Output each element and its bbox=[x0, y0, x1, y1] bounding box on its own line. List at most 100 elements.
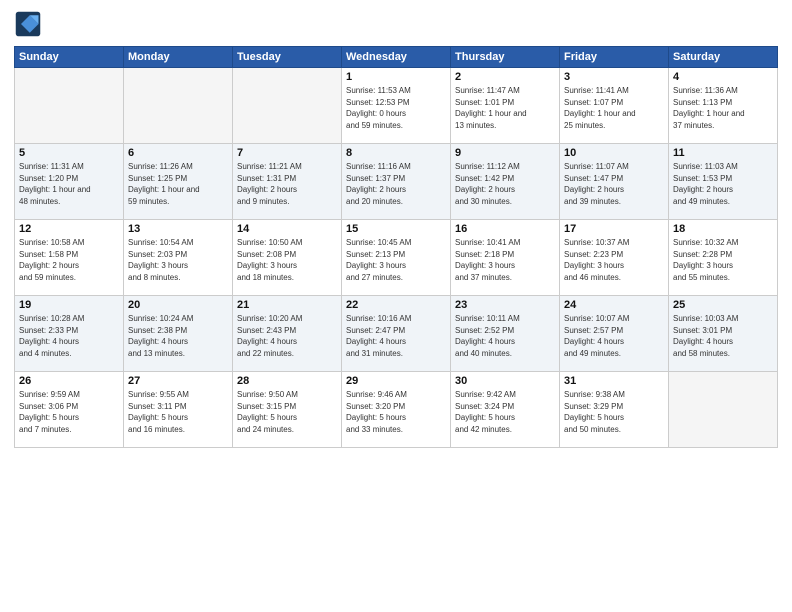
calendar-cell bbox=[233, 68, 342, 144]
day-info: Sunrise: 11:16 AM Sunset: 1:37 PM Daylig… bbox=[346, 161, 446, 207]
calendar-cell: 4 Sunrise: 11:36 AM Sunset: 1:13 PM Dayli… bbox=[669, 68, 778, 144]
day-number: 22 bbox=[346, 299, 446, 311]
calendar-cell: 10 Sunrise: 11:07 AM Sunset: 1:47 PM Dayl… bbox=[560, 144, 669, 220]
day-number: 23 bbox=[455, 299, 555, 311]
day-info: Sunrise: 10:20 AM Sunset: 2:43 PM Daylig… bbox=[237, 313, 337, 359]
week-row: 5 Sunrise: 11:31 AM Sunset: 1:20 PM Dayli… bbox=[15, 144, 778, 220]
week-row: 19Sunrise: 10:28 AM Sunset: 2:33 PM Dayl… bbox=[15, 296, 778, 372]
day-info: Sunrise: 10:54 AM Sunset: 2:03 PM Daylig… bbox=[128, 237, 228, 283]
calendar-cell: 7 Sunrise: 11:21 AM Sunset: 1:31 PM Dayli… bbox=[233, 144, 342, 220]
header-cell-wednesday: Wednesday bbox=[342, 47, 451, 68]
day-info: Sunrise: 11:03 AM Sunset: 1:53 PM Daylig… bbox=[673, 161, 773, 207]
logo-icon bbox=[14, 10, 42, 38]
calendar-page: SundayMondayTuesdayWednesdayThursdayFrid… bbox=[0, 0, 792, 612]
day-info: Sunrise: 10:07 AM Sunset: 2:57 PM Daylig… bbox=[564, 313, 664, 359]
calendar-cell bbox=[669, 372, 778, 448]
day-info: Sunrise: 10:16 AM Sunset: 2:47 PM Daylig… bbox=[346, 313, 446, 359]
day-number: 7 bbox=[237, 147, 337, 159]
day-number: 31 bbox=[564, 375, 664, 387]
day-number: 25 bbox=[673, 299, 773, 311]
calendar-cell: 22 Sunrise: 10:16 AM Sunset: 2:47 PM Dayl… bbox=[342, 296, 451, 372]
day-info: Sunrise: 11:26 AM Sunset: 1:25 PM Daylig… bbox=[128, 161, 228, 207]
day-number: 24 bbox=[564, 299, 664, 311]
day-info: Sunrise: 11:53 AM Sunset: 12:53 PM Dayli… bbox=[346, 85, 446, 131]
day-info: Sunrise: 9:42 AM Sunset: 3:24 PM Dayligh… bbox=[455, 389, 555, 435]
header-cell-sunday: Sunday bbox=[15, 47, 124, 68]
calendar-cell: 9 Sunrise: 11:12 AM Sunset: 1:42 PM Dayli… bbox=[451, 144, 560, 220]
day-number: 9 bbox=[455, 147, 555, 159]
day-info: Sunrise: 11:12 AM Sunset: 1:42 PM Daylig… bbox=[455, 161, 555, 207]
day-number: 30 bbox=[455, 375, 555, 387]
calendar-cell: 23 Sunrise: 10:11 AM Sunset: 2:52 PM Dayl… bbox=[451, 296, 560, 372]
week-row: 12Sunrise: 10:58 AM Sunset: 1:58 PM Dayl… bbox=[15, 220, 778, 296]
calendar-cell: 6 Sunrise: 11:26 AM Sunset: 1:25 PM Dayli… bbox=[124, 144, 233, 220]
calendar-cell: 3 Sunrise: 11:41 AM Sunset: 1:07 PM Dayli… bbox=[560, 68, 669, 144]
day-number: 28 bbox=[237, 375, 337, 387]
day-number: 13 bbox=[128, 223, 228, 235]
calendar-cell: 31 Sunrise: 9:38 AM Sunset: 3:29 PM Dayli… bbox=[560, 372, 669, 448]
day-number: 18 bbox=[673, 223, 773, 235]
day-info: Sunrise: 9:38 AM Sunset: 3:29 PM Dayligh… bbox=[564, 389, 664, 435]
day-info: Sunrise: 11:36 AM Sunset: 1:13 PM Daylig… bbox=[673, 85, 773, 131]
logo bbox=[14, 10, 46, 38]
day-info: Sunrise: 10:41 AM Sunset: 2:18 PM Daylig… bbox=[455, 237, 555, 283]
day-info: Sunrise: 9:50 AM Sunset: 3:15 PM Dayligh… bbox=[237, 389, 337, 435]
day-number: 19 bbox=[19, 299, 119, 311]
calendar-cell bbox=[15, 68, 124, 144]
calendar-cell: 12Sunrise: 10:58 AM Sunset: 1:58 PM Dayl… bbox=[15, 220, 124, 296]
calendar-cell: 2 Sunrise: 11:47 AM Sunset: 1:01 PM Dayli… bbox=[451, 68, 560, 144]
calendar-cell: 18 Sunrise: 10:32 AM Sunset: 2:28 PM Dayl… bbox=[669, 220, 778, 296]
calendar-cell: 28 Sunrise: 9:50 AM Sunset: 3:15 PM Dayli… bbox=[233, 372, 342, 448]
calendar-cell: 27Sunrise: 9:55 AM Sunset: 3:11 PM Dayli… bbox=[124, 372, 233, 448]
header-cell-saturday: Saturday bbox=[669, 47, 778, 68]
day-info: Sunrise: 9:55 AM Sunset: 3:11 PM Dayligh… bbox=[128, 389, 228, 435]
day-number: 10 bbox=[564, 147, 664, 159]
day-number: 3 bbox=[564, 71, 664, 83]
day-number: 5 bbox=[19, 147, 119, 159]
calendar-cell: 1 Sunrise: 11:53 AM Sunset: 12:53 PM Dayl… bbox=[342, 68, 451, 144]
calendar-cell: 19Sunrise: 10:28 AM Sunset: 2:33 PM Dayl… bbox=[15, 296, 124, 372]
day-info: Sunrise: 10:11 AM Sunset: 2:52 PM Daylig… bbox=[455, 313, 555, 359]
calendar-cell: 11Sunrise: 11:03 AM Sunset: 1:53 PM Dayl… bbox=[669, 144, 778, 220]
day-info: Sunrise: 10:24 AM Sunset: 2:38 PM Daylig… bbox=[128, 313, 228, 359]
day-info: Sunrise: 10:03 AM Sunset: 3:01 PM Daylig… bbox=[673, 313, 773, 359]
day-number: 8 bbox=[346, 147, 446, 159]
calendar-cell: 24 Sunrise: 10:07 AM Sunset: 2:57 PM Dayl… bbox=[560, 296, 669, 372]
calendar-cell: 14 Sunrise: 10:50 AM Sunset: 2:08 PM Dayl… bbox=[233, 220, 342, 296]
day-number: 1 bbox=[346, 71, 446, 83]
day-info: Sunrise: 11:31 AM Sunset: 1:20 PM Daylig… bbox=[19, 161, 119, 207]
calendar-cell bbox=[124, 68, 233, 144]
calendar-cell: 25 Sunrise: 10:03 AM Sunset: 3:01 PM Dayl… bbox=[669, 296, 778, 372]
day-number: 15 bbox=[346, 223, 446, 235]
day-info: Sunrise: 11:41 AM Sunset: 1:07 PM Daylig… bbox=[564, 85, 664, 131]
day-info: Sunrise: 9:59 AM Sunset: 3:06 PM Dayligh… bbox=[19, 389, 119, 435]
day-number: 21 bbox=[237, 299, 337, 311]
day-number: 12 bbox=[19, 223, 119, 235]
day-info: Sunrise: 10:50 AM Sunset: 2:08 PM Daylig… bbox=[237, 237, 337, 283]
day-number: 17 bbox=[564, 223, 664, 235]
day-number: 20 bbox=[128, 299, 228, 311]
day-number: 26 bbox=[19, 375, 119, 387]
day-number: 29 bbox=[346, 375, 446, 387]
day-info: Sunrise: 10:32 AM Sunset: 2:28 PM Daylig… bbox=[673, 237, 773, 283]
calendar-cell: 21 Sunrise: 10:20 AM Sunset: 2:43 PM Dayl… bbox=[233, 296, 342, 372]
day-info: Sunrise: 11:47 AM Sunset: 1:01 PM Daylig… bbox=[455, 85, 555, 131]
calendar-cell: 8 Sunrise: 11:16 AM Sunset: 1:37 PM Dayli… bbox=[342, 144, 451, 220]
calendar-cell: 30 Sunrise: 9:42 AM Sunset: 3:24 PM Dayli… bbox=[451, 372, 560, 448]
header-cell-friday: Friday bbox=[560, 47, 669, 68]
header-cell-monday: Monday bbox=[124, 47, 233, 68]
header-cell-thursday: Thursday bbox=[451, 47, 560, 68]
day-info: Sunrise: 11:07 AM Sunset: 1:47 PM Daylig… bbox=[564, 161, 664, 207]
day-number: 4 bbox=[673, 71, 773, 83]
day-number: 14 bbox=[237, 223, 337, 235]
calendar-cell: 20 Sunrise: 10:24 AM Sunset: 2:38 PM Dayl… bbox=[124, 296, 233, 372]
week-row: 1 Sunrise: 11:53 AM Sunset: 12:53 PM Dayl… bbox=[15, 68, 778, 144]
day-number: 16 bbox=[455, 223, 555, 235]
day-number: 6 bbox=[128, 147, 228, 159]
day-number: 2 bbox=[455, 71, 555, 83]
header-cell-tuesday: Tuesday bbox=[233, 47, 342, 68]
day-info: Sunrise: 11:21 AM Sunset: 1:31 PM Daylig… bbox=[237, 161, 337, 207]
calendar-cell: 26 Sunrise: 9:59 AM Sunset: 3:06 PM Dayli… bbox=[15, 372, 124, 448]
calendar-cell: 16 Sunrise: 10:41 AM Sunset: 2:18 PM Dayl… bbox=[451, 220, 560, 296]
calendar-cell: 17Sunrise: 10:37 AM Sunset: 2:23 PM Dayl… bbox=[560, 220, 669, 296]
